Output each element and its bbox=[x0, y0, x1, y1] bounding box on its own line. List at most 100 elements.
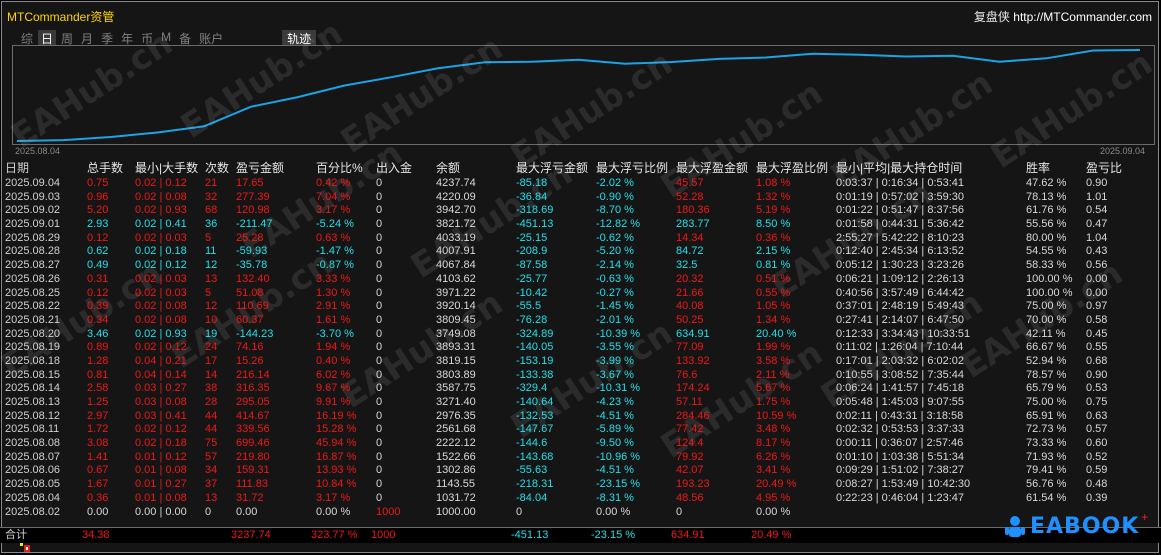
table-row[interactable]: 2025.08.25 0.12 0.02 | 0.03 5 51.08 1.30 % 0 39… bbox=[5, 287, 1155, 301]
table-cell: 0 bbox=[376, 218, 383, 231]
table-cell: 5 bbox=[205, 231, 212, 244]
table-cell: 3821.72 bbox=[436, 218, 476, 231]
table-row[interactable]: 2025.09.03 0.96 0.02 | 0.08 32 277.39 7.04 % 0… bbox=[5, 191, 1155, 205]
table-row[interactable]: 2025.08.05 1.67 0.01 | 0.27 37 111.83 10.84 %… bbox=[5, 478, 1155, 492]
helper-link[interactable]: 复盘侠 http://MTCommander.com bbox=[974, 8, 1152, 25]
header-cell: 日期 bbox=[5, 161, 30, 175]
table-row[interactable]: 2025.08.06 0.67 0.01 | 0.08 34 159.31 13.93 %… bbox=[5, 464, 1155, 478]
table-cell: 0.00 bbox=[236, 505, 258, 518]
table-cell: -76.28 bbox=[516, 313, 548, 326]
table-cell: 2025.08.07 bbox=[5, 450, 61, 463]
table-cell: 0.02 | 0.12 bbox=[135, 341, 187, 354]
table-cell: 2025.08.26 bbox=[5, 272, 61, 285]
table-cell: 2.58 bbox=[87, 382, 109, 395]
table-cell: 54.55 % bbox=[1026, 245, 1067, 258]
header-cell: 总手数 bbox=[87, 161, 124, 175]
table-row[interactable]: 2025.08.20 3.46 0.02 | 0.93 19 -144.23 -3.70 … bbox=[5, 328, 1155, 342]
table-cell: -218.31 bbox=[516, 478, 554, 491]
table-row[interactable]: 2025.08.29 0.12 0.02 | 0.03 5 25.28 0.63 % 0 40… bbox=[5, 232, 1155, 246]
table-cell: 2222.12 bbox=[436, 437, 476, 450]
table-cell: 75.00 % bbox=[1026, 300, 1067, 313]
table-cell: 4220.09 bbox=[436, 190, 476, 203]
table-cell: 2025.08.15 bbox=[5, 368, 61, 381]
table-cell: -87.58 bbox=[516, 259, 548, 272]
table-row[interactable]: 2025.09.02 5.20 0.02 | 0.93 68 120.98 3.17 % 0… bbox=[5, 204, 1155, 218]
table-cell: -10.96 % bbox=[596, 450, 641, 463]
table-cell: 0.75 bbox=[87, 177, 109, 189]
table-cell: 28 bbox=[205, 396, 218, 408]
equity-line bbox=[16, 49, 1141, 142]
table-row[interactable]: 2025.08.07 1.41 0.01 | 0.12 57 219.80 16.87 %… bbox=[5, 451, 1155, 465]
table-cell: 55.56 % bbox=[1026, 218, 1067, 231]
table-row[interactable]: 2025.08.08 3.08 0.02 | 0.18 75 699.46 45.94 %… bbox=[5, 437, 1155, 451]
table-cell: 0:27:41 | 2:14:07 | 6:47:50 bbox=[836, 313, 965, 326]
helper-url[interactable]: http://MTCommander.com bbox=[1013, 10, 1152, 24]
table-cell: -0.63 % bbox=[596, 272, 634, 285]
table-cell: 42.07 bbox=[676, 464, 704, 477]
table-cell: 0.02 | 0.08 bbox=[135, 300, 187, 313]
table-cell: 79.41 % bbox=[1026, 464, 1067, 477]
table-cell: 20.40 % bbox=[756, 327, 797, 340]
total-cell: 34.38 bbox=[82, 529, 110, 541]
table-cell: 0.90 bbox=[1086, 177, 1108, 189]
table-cell: 1302.86 bbox=[436, 464, 476, 477]
table-cell: 3.58 % bbox=[756, 354, 791, 367]
table-cell: 0.02 | 0.08 bbox=[135, 313, 187, 326]
table-row[interactable]: 2025.08.18 1.28 0.04 | 0.21 17 15.26 0.40 % 0 3… bbox=[5, 355, 1155, 369]
table-cell: 21 bbox=[205, 177, 218, 189]
table-cell: 14.34 bbox=[676, 231, 704, 244]
table-cell: -147.67 bbox=[516, 423, 554, 436]
table-cell: 0 bbox=[376, 341, 383, 354]
table-cell: 216.14 bbox=[236, 368, 270, 381]
table-cell: 0.01 | 0.08 bbox=[135, 491, 187, 504]
table-row[interactable]: 2025.08.15 0.81 0.04 | 0.14 14 216.14 6.02 % 0… bbox=[5, 369, 1155, 383]
table-row[interactable]: 2025.08.04 0.36 0.01 | 0.08 13 31.72 3.17 % 0 1… bbox=[5, 492, 1155, 506]
table-header: 日期 总手数 最小|大手数 次数 盈亏金额 百分比% 出入金 余额 最大浮亏金额 最大浮亏比例 最大… bbox=[5, 160, 1155, 177]
table-cell: -324.89 bbox=[516, 327, 554, 340]
table-cell: -2.02 % bbox=[596, 177, 634, 189]
table-cell: 6.02 % bbox=[316, 368, 351, 381]
table-row[interactable]: 2025.08.28 0.62 0.02 | 0.18 11 -59.93 -1.47 %… bbox=[5, 245, 1155, 259]
table-row[interactable]: 2025.08.13 1.25 0.03 | 0.08 28 295.05 9.91 % 0… bbox=[5, 396, 1155, 410]
table-cell: 2.91 % bbox=[316, 300, 351, 313]
table-row[interactable]: 2025.09.01 2.93 0.02 | 0.41 36 -211.47 -5.24 … bbox=[5, 218, 1155, 232]
table-cell: 0.02 | 0.12 bbox=[135, 259, 187, 272]
header-cell: 最大浮亏金额 bbox=[516, 161, 589, 175]
table-row[interactable]: 2025.08.12 2.97 0.03 | 0.41 44 414.67 16.19 %… bbox=[5, 410, 1155, 424]
table-cell: 10 bbox=[205, 313, 218, 326]
table-cell: 0:01:22 | 0:51:47 | 8:37:56 bbox=[836, 204, 965, 217]
table-cell: 13 bbox=[205, 491, 218, 504]
table-cell: 8.17 % bbox=[756, 437, 791, 450]
table-cell: 283.77 bbox=[676, 218, 710, 231]
table-cell: 0:01:19 | 0:57:02 | 3:59:30 bbox=[836, 190, 965, 203]
table-cell: 699.46 bbox=[236, 437, 270, 450]
table-cell: 17.65 bbox=[236, 177, 264, 189]
table-cell: -5.89 % bbox=[596, 423, 634, 436]
table-row[interactable]: 2025.08.11 1.72 0.02 | 0.12 44 339.56 15.28 %… bbox=[5, 423, 1155, 437]
table-cell: 12 bbox=[205, 300, 218, 313]
table-cell: 0 bbox=[516, 505, 523, 518]
table-row[interactable]: 2025.08.14 2.58 0.03 | 0.27 38 316.35 9.67 % 0… bbox=[5, 382, 1155, 396]
table-row[interactable]: 2025.08.21 0.34 0.02 | 0.08 10 60.37 1.61 % 0 3… bbox=[5, 314, 1155, 328]
table-cell: 40.08 bbox=[676, 300, 704, 313]
header-cell: 最小|大手数 bbox=[135, 161, 199, 175]
table-row[interactable]: 2025.08.19 0.89 0.02 | 0.12 24 74.16 1.94 % 0 3… bbox=[5, 341, 1155, 355]
table-cell: 0:01:10 | 1:03:38 | 5:51:34 bbox=[836, 450, 965, 463]
table-row[interactable]: 2025.08.26 0.31 0.02 | 0.03 13 132.40 3.33 % 0… bbox=[5, 273, 1155, 287]
table-cell: 3.17 % bbox=[316, 204, 351, 217]
table-row[interactable]: 2025.08.22 0.39 0.02 | 0.08 12 110.69 2.91 % 0… bbox=[5, 300, 1155, 314]
table-cell: -451.13 bbox=[516, 218, 554, 231]
table-cell: -133.38 bbox=[516, 368, 554, 381]
table-row[interactable]: 2025.08.02 0.00 0.00 | 0.00 0 0.00 0.00 % 1000… bbox=[5, 506, 1155, 520]
table-row[interactable]: 2025.09.04 0.75 0.02 | 0.12 21 17.65 0.42 % 0 4… bbox=[5, 177, 1155, 191]
table-cell: 0 bbox=[676, 505, 683, 518]
table-row[interactable]: 2025.08.27 0.49 0.02 | 0.12 12 -35.78 -0.87 %… bbox=[5, 259, 1155, 273]
table-cell: 78.57 % bbox=[1026, 368, 1067, 381]
table-cell: 32.5 bbox=[676, 259, 698, 272]
table-cell: -140.64 bbox=[516, 396, 554, 408]
table-cell: 414.67 bbox=[236, 409, 270, 422]
table-cell: 2025.08.11 bbox=[5, 423, 60, 436]
equity-line-svg bbox=[16, 49, 1141, 142]
table-cell: -1.47 % bbox=[316, 245, 354, 258]
total-cell: 合计 bbox=[5, 529, 27, 541]
